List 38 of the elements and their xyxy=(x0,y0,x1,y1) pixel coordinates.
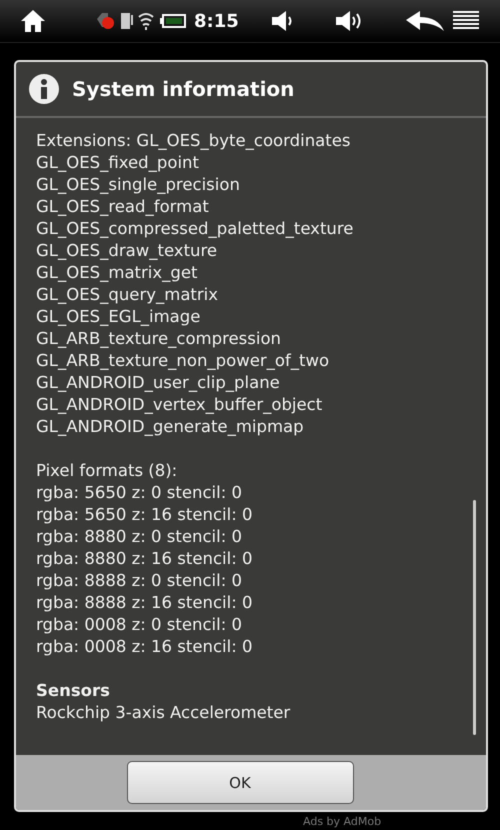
back-icon[interactable] xyxy=(404,10,445,32)
info-line: Pixel formats (8): xyxy=(36,460,178,482)
info-line: GL_OES_EGL_image xyxy=(36,306,202,328)
info-line: GL_OES_read_format xyxy=(36,196,210,218)
battery-icon xyxy=(160,14,186,28)
ad-text: Ads by AdMob xyxy=(303,815,382,828)
sd-card-icon xyxy=(120,11,134,31)
wifi-icon xyxy=(138,11,154,31)
info-line: GL_ANDROID_generate_mipmap xyxy=(36,416,305,438)
dialog-title: System information xyxy=(72,77,294,101)
menu-icon[interactable] xyxy=(452,10,480,32)
info-line: GL_ARB_texture_non_power_of_two xyxy=(36,350,330,372)
info-line: rgba: 8888 z: 16 stencil: 0 xyxy=(36,592,254,614)
section-heading: Sensors xyxy=(36,680,111,702)
scrollbar[interactable] xyxy=(473,500,476,735)
info-line: rgba: 8880 z: 16 stencil: 0 xyxy=(36,548,254,570)
info-line: rgba: 0008 z: 16 stencil: 0 xyxy=(36,636,254,658)
info-line: rgba: 8888 z: 0 stencil: 0 xyxy=(36,570,244,592)
info-line: GL_ANDROID_user_clip_plane xyxy=(36,372,281,394)
ok-button[interactable]: OK xyxy=(126,761,354,804)
clock-time: 8:15 xyxy=(194,10,239,32)
info-line: rgba: 5650 z: 16 stencil: 0 xyxy=(36,504,254,526)
info-line: GL_OES_matrix_get xyxy=(36,262,198,284)
info-line: rgba: 8880 z: 0 stencil: 0 xyxy=(36,526,244,548)
info-line: rgba: 5650 z: 0 stencil: 0 xyxy=(36,482,244,504)
info-line: GL_ARB_texture_compression xyxy=(36,328,282,350)
info-line: GL_OES_single_precision xyxy=(36,174,241,196)
info-line: Extensions: GL_OES_byte_coordinates xyxy=(36,130,352,152)
info-line: GL_OES_compressed_paletted_texture xyxy=(36,218,354,240)
info-line: GL_OES_query_matrix xyxy=(36,284,220,306)
info-line: GL_ANDROID_vertex_buffer_object xyxy=(36,394,324,416)
home-icon[interactable] xyxy=(20,9,46,33)
info-line: GL_OES_fixed_point xyxy=(36,152,200,174)
notification-icon xyxy=(96,11,116,31)
info-line: rgba: 0008 z: 0 stencil: 0 xyxy=(36,614,244,636)
info-line: GL_OES_draw_texture xyxy=(36,240,218,262)
info-line: Rockchip 3-axis Accelerometer xyxy=(36,702,292,724)
info-icon xyxy=(28,73,60,105)
